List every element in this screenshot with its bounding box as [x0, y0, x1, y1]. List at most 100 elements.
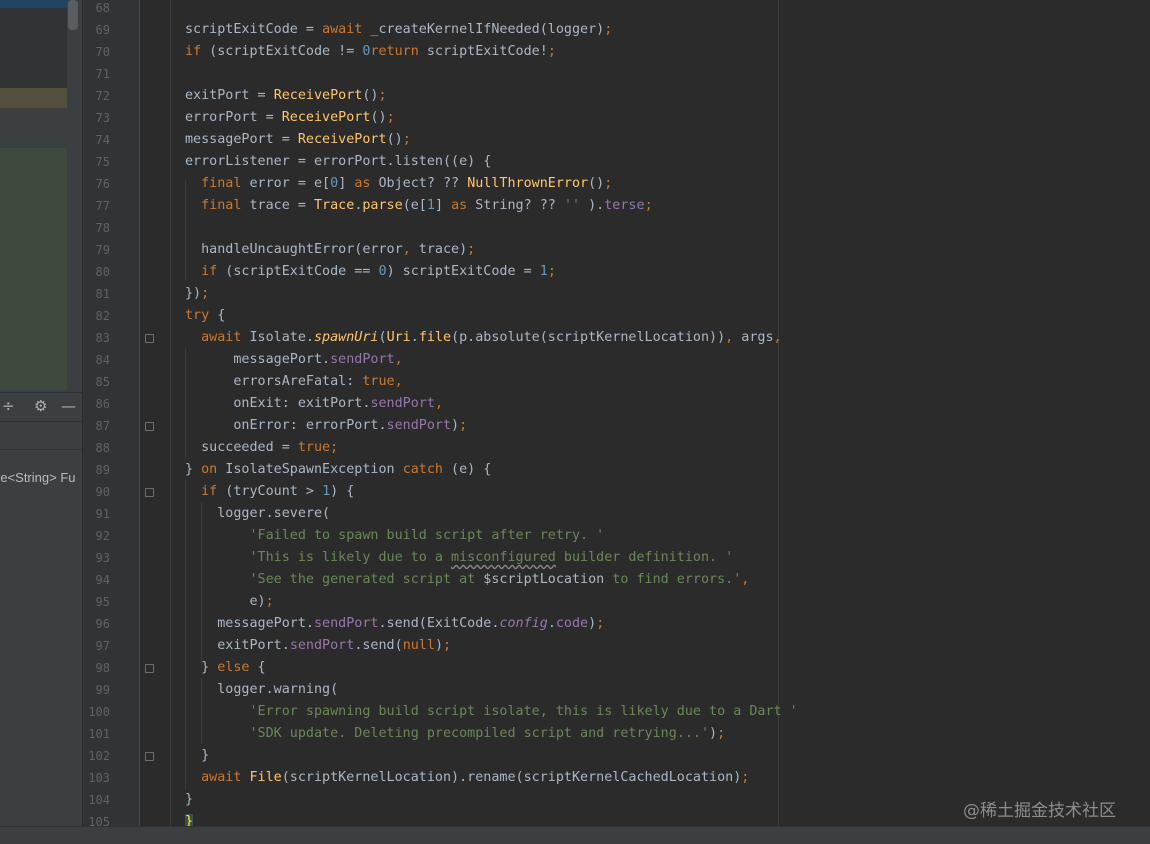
code-token: ReceivePort	[281, 110, 371, 125]
code-token: ;	[467, 242, 476, 257]
line-number: 100	[88, 705, 110, 719]
line-number: 84	[95, 353, 110, 367]
code-line[interactable]: await Isolate.spawnUri(Uri.file(p.absolu…	[185, 327, 781, 349]
code-token: )	[709, 726, 718, 741]
line-number: 90	[95, 485, 110, 499]
panel-scrollbar[interactable]	[68, 0, 78, 30]
code-line[interactable]: onExit: exitPort.sendPort,	[185, 393, 443, 415]
code-token: 1	[426, 198, 435, 213]
code-token: 'Failed to spawn build script after retr…	[249, 528, 605, 543]
code-line[interactable]: e);	[185, 591, 273, 613]
code-line[interactable]: });	[185, 283, 209, 305]
code-token: ''	[563, 198, 581, 213]
code-token: 0	[330, 176, 339, 191]
line-number: 96	[95, 617, 110, 631]
code-line[interactable]: exitPort = ReceivePort();	[185, 85, 387, 107]
code-token: )	[451, 418, 460, 433]
code-token: sendPort	[289, 638, 355, 653]
code-line[interactable]: exitPort.sendPort.send(null);	[185, 635, 451, 657]
code-token: true	[297, 440, 331, 455]
minimize-icon[interactable]: —	[61, 397, 76, 415]
code-line[interactable]: succeeded = true;	[185, 437, 338, 459]
code-line[interactable]: } else {	[185, 657, 266, 679]
code-line[interactable]: 'See the generated script at $scriptLoca…	[185, 569, 750, 591]
lower-panel	[0, 449, 82, 843]
code-line[interactable]: scriptExitCode = await _createKernelIfNe…	[185, 19, 612, 41]
fold-toggle-icon[interactable]	[145, 752, 154, 761]
code-token: ;	[386, 110, 395, 125]
code-token: ,	[402, 242, 411, 257]
code-token: $scriptLocation	[483, 572, 605, 587]
code-token: _createKernelIfNeeded(logger)	[362, 22, 605, 37]
code-line[interactable]: if (scriptExitCode == 0) scriptExitCode …	[185, 261, 556, 283]
code-token: ,	[394, 352, 403, 367]
code-token: Isolate.	[241, 330, 314, 345]
code-token: final	[201, 176, 242, 191]
line-number: 78	[95, 221, 110, 235]
code-token: messagePort =	[185, 132, 298, 147]
code-token: {	[209, 308, 226, 323]
code-line[interactable]: }	[185, 789, 193, 811]
selected-row[interactable]	[0, 0, 67, 8]
code-line[interactable]: errorsAreFatal: true,	[185, 371, 402, 393]
code-line[interactable]: if (tryCount > 1) {	[185, 481, 354, 503]
code-line[interactable]: await File(scriptKernelLocation).rename(…	[185, 767, 749, 789]
line-number: 74	[95, 133, 110, 147]
code-line[interactable]: messagePort.sendPort.send(ExitCode.confi…	[185, 613, 604, 635]
code-line[interactable]: try {	[185, 305, 225, 327]
split-icon[interactable]: ÷	[2, 397, 15, 415]
code-token: args	[733, 330, 774, 345]
highlighted-row[interactable]	[0, 88, 67, 108]
code-line[interactable]: final error = e[0] as Object? ?? NullThr…	[185, 173, 612, 195]
code-token: (e) {	[443, 462, 492, 477]
code-token: ;	[330, 440, 339, 455]
code-line[interactable]: logger.warning(	[185, 679, 338, 701]
code-line[interactable]: if (scriptExitCode != 0return scriptExit…	[185, 41, 556, 63]
code-line[interactable]: handleUncaughtError(error, trace);	[185, 239, 475, 261]
code-token: terse	[604, 198, 645, 213]
code-token: 'SDK update. Deleting precompiled script…	[249, 726, 710, 741]
code-line[interactable]: logger.severe(	[185, 503, 330, 525]
fold-toggle-icon[interactable]	[145, 488, 154, 497]
line-number: 87	[95, 419, 110, 433]
line-number: 99	[95, 683, 110, 697]
code-line[interactable]: 'Error spawning build script isolate, th…	[185, 701, 798, 723]
fold-toggle-icon[interactable]	[145, 334, 154, 343]
code-token: ;	[378, 88, 387, 103]
code-token: else	[217, 660, 250, 675]
code-token: ;	[201, 286, 210, 301]
line-number: 88	[95, 441, 110, 455]
code-line[interactable]: messagePort.sendPort,	[185, 349, 403, 371]
code-line[interactable]: 'SDK update. Deleting precompiled script…	[185, 723, 726, 745]
code-line[interactable]: 'Failed to spawn build script after retr…	[185, 525, 605, 547]
code-line[interactable]: errorPort = ReceivePort();	[185, 107, 395, 129]
fold-toggle-icon[interactable]	[145, 422, 154, 431]
code-token: errorListener = errorPort.listen((e) {	[185, 154, 492, 169]
line-number: 89	[95, 463, 110, 477]
code-line[interactable]: final trace = Trace.parse(e[1] as String…	[185, 195, 653, 217]
code-token: ;	[547, 44, 556, 59]
line-number: 77	[95, 199, 110, 213]
code-token: 1	[539, 264, 548, 279]
code-line[interactable]: }	[185, 745, 209, 767]
code-line[interactable]: onError: errorPort.sendPort);	[185, 415, 467, 437]
gear-icon[interactable]: ⚙	[34, 397, 47, 415]
code-token: (e[	[402, 198, 427, 213]
fold-toggle-icon[interactable]	[145, 664, 154, 673]
code-line[interactable]: 'This is likely due to a misconfigured b…	[185, 547, 734, 569]
code-line[interactable]: errorListener = errorPort.listen((e) {	[185, 151, 491, 173]
code-token: scriptExitCode!	[418, 44, 548, 59]
code-line[interactable]: } on IsolateSpawnException catch (e) {	[185, 459, 491, 481]
code-token: try	[185, 308, 210, 323]
line-number: 95	[95, 595, 110, 609]
code-token: ;	[459, 418, 468, 433]
line-number: 68	[95, 1, 110, 15]
code-token: sendPort	[314, 616, 379, 631]
code-line[interactable]: messagePort = ReceivePort();	[185, 129, 411, 151]
code-token: sendPort	[386, 418, 452, 433]
